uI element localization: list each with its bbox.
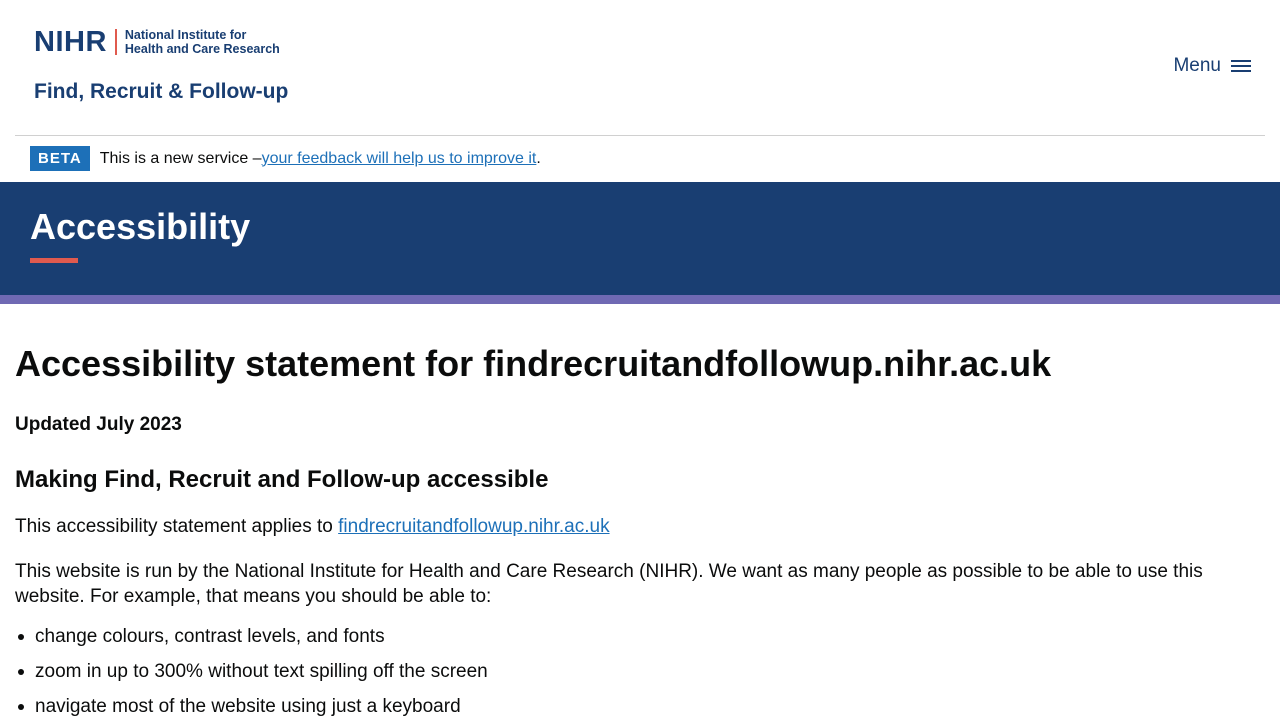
logo-tagline-line2: Health and Care Research [124, 42, 280, 56]
section-heading: Making Find, Recruit and Follow-up acces… [15, 466, 549, 493]
intro-text: This accessibility statement applies to [15, 516, 339, 537]
page-title: Accessibility statement for findrecruita… [15, 343, 1052, 384]
hero-accent-bar [30, 258, 78, 263]
nihr-logo[interactable]: NIHR National Institute for Health and C… [34, 26, 284, 58]
hamburger-icon [1231, 58, 1251, 74]
list-item: zoom in up to 300% without text spilling… [18, 659, 1255, 684]
hero-stripe [0, 295, 1280, 304]
page-hero: Accessibility [0, 182, 1280, 295]
list-item: change colours, contrast levels, and fon… [18, 624, 1255, 649]
logo-row: NIHR National Institute for Health and C… [34, 26, 284, 58]
beta-text: This is a new service – [99, 149, 262, 167]
header-divider [15, 135, 1265, 136]
hero-title: Accessibility [30, 206, 251, 247]
site-header: NIHR National Institute for Health and C… [0, 0, 1280, 136]
updated-date: Updated July 2023 [15, 414, 182, 435]
logo-wordmark: NIHR [34, 26, 107, 58]
feedback-link[interactable]: your feedback will help us to improve it [262, 150, 537, 168]
service-name-link[interactable]: Find, Recruit & Follow-up [34, 80, 288, 104]
logo-tagline-line1: National Institute for [124, 28, 247, 42]
site-url-link[interactable]: findrecruitandfollowup.nihr.ac.uk [338, 516, 609, 537]
beta-tag: BETA [30, 146, 90, 171]
body-paragraph: This website is run by the National Inst… [15, 561, 1203, 607]
menu-button[interactable]: Menu [1173, 55, 1251, 77]
phase-banner: BETA This is a new service – your feedba… [30, 146, 541, 171]
list-item: navigate most of the website using just … [18, 694, 1255, 719]
beta-suffix: . [536, 149, 541, 167]
menu-label: Menu [1173, 55, 1221, 76]
logo-divider [114, 29, 117, 55]
main-content: Accessibility statement for findrecruita… [15, 340, 1255, 720]
intro-paragraph: This accessibility statement applies to … [15, 514, 1255, 539]
abilities-list: change colours, contrast levels, and fon… [15, 624, 1255, 719]
logo-tagline: National Institute for Health and Care R… [125, 28, 280, 56]
